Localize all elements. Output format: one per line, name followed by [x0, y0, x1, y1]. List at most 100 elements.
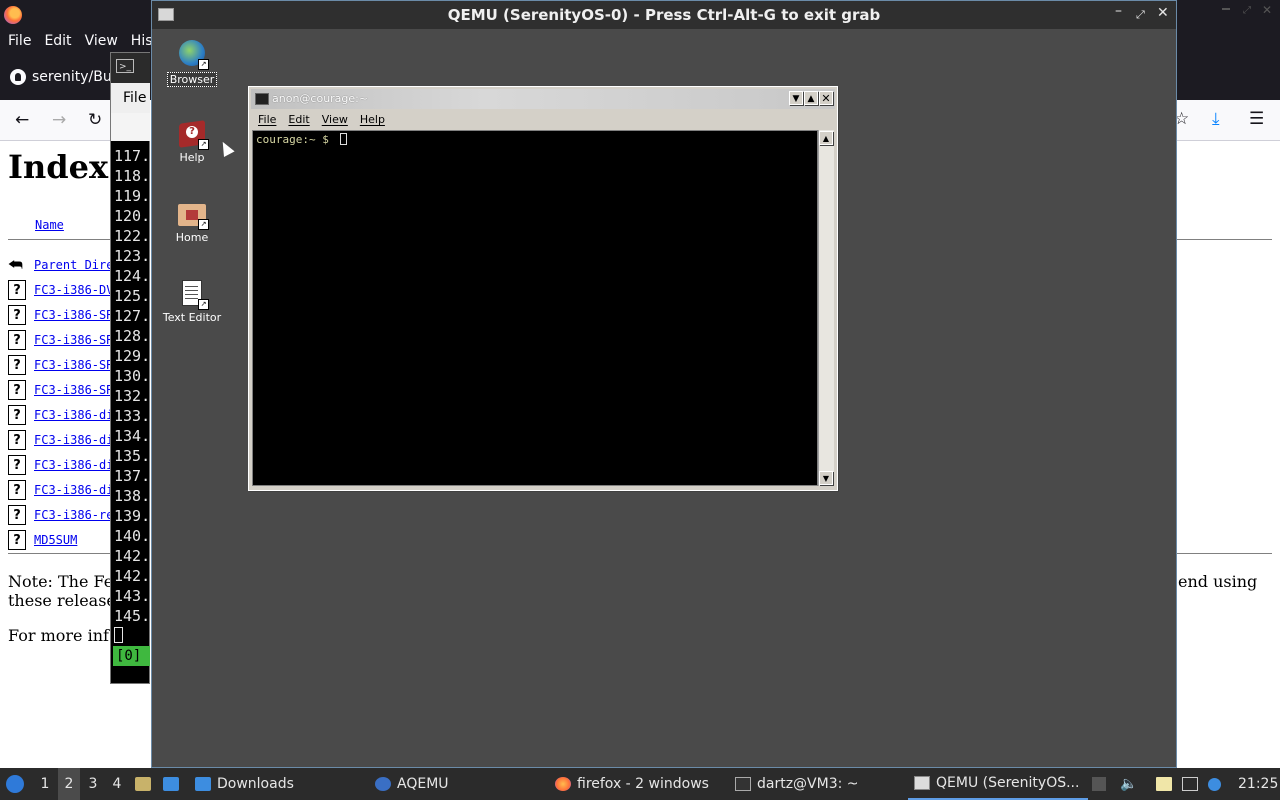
list-item: ? FC3-i386-re	[8, 502, 113, 527]
close-icon[interactable]: ✕	[1157, 5, 1169, 21]
terminal-line: 137.	[114, 467, 151, 485]
background-terminal-menu-file[interactable]: File	[111, 83, 150, 113]
maximize-icon[interactable]: ⤢	[1136, 8, 1145, 22]
parent-directory-link[interactable]: Parent Dire	[34, 258, 113, 272]
file-link[interactable]: FC3-i386-di	[34, 458, 113, 472]
network-shape	[1182, 777, 1198, 791]
name-column-link[interactable]: Name	[35, 218, 64, 232]
file-link[interactable]: FC3-i386-DV	[34, 283, 113, 297]
terminal-line: 138.	[114, 487, 151, 505]
qemu-window-icon	[914, 776, 930, 790]
list-item: ? FC3-i386-SR	[8, 352, 113, 377]
workspace-2[interactable]: 2	[58, 768, 80, 800]
scroll-down-arrow-icon[interactable]: ▼	[819, 471, 833, 485]
desktop-icon-text-editor[interactable]: ↗ Text Editor	[160, 280, 224, 324]
unknown-file-icon: ?	[8, 429, 26, 450]
desktop-icon-label: Browser	[166, 72, 218, 87]
workspace-3[interactable]: 3	[82, 768, 104, 800]
menu-edit[interactable]: Edit	[288, 111, 309, 129]
terminal-line: 129.	[114, 347, 151, 365]
minimize-icon[interactable]: ▼	[789, 91, 803, 105]
workspace-4[interactable]: 4	[106, 768, 128, 800]
desktop-icon-label: Home	[175, 231, 209, 244]
workspace-1[interactable]: 1	[34, 768, 56, 800]
file-link[interactable]: FC3-i386-SR	[34, 333, 113, 347]
ff-minimize-icon[interactable]	[1222, 8, 1230, 10]
file-link[interactable]: MD5SUM	[34, 533, 77, 547]
list-item: ? FC3-i386-SR	[8, 377, 113, 402]
scroll-up-arrow-icon[interactable]: ▲	[819, 131, 833, 145]
file-link[interactable]: FC3-i386-SR	[34, 308, 113, 322]
ff-maximize-icon[interactable]: ⤢	[1243, 5, 1251, 16]
ff-menu-view[interactable]: View	[85, 30, 118, 52]
task-firefox[interactable]: firefox - 2 windows	[555, 768, 709, 800]
terminal-line: 124.	[114, 267, 151, 285]
file-link[interactable]: FC3-i386-di	[34, 433, 113, 447]
ff-menu-edit[interactable]: Edit	[44, 30, 71, 52]
terminal-line: 120.	[114, 207, 151, 225]
forward-icon[interactable]: →	[52, 110, 66, 130]
desktop-icon-home[interactable]: ↗ Home	[160, 200, 224, 244]
github-icon	[10, 69, 26, 85]
minimize-icon[interactable]: –	[1115, 3, 1122, 19]
list-item: ? MD5SUM	[8, 527, 77, 552]
clipboard-icon[interactable]	[1156, 768, 1172, 800]
update-notifier-icon[interactable]	[1208, 768, 1221, 800]
terminal-line: 140.	[114, 527, 151, 545]
terminal-line: 145.	[114, 607, 151, 625]
task-terminal[interactable]: dartz@VM3: ~	[735, 768, 859, 800]
file-link[interactable]: FC3-i386-di	[34, 483, 113, 497]
back-arrow-icon: ⮪	[8, 254, 23, 274]
help-book-icon: ? ↗	[177, 120, 209, 150]
firefox-tab[interactable]: serenity/Bui	[0, 62, 112, 92]
firefox-menubar: File Edit View Hist	[0, 30, 158, 52]
menu-help[interactable]: Help	[360, 111, 385, 129]
firefox-logo-icon	[4, 6, 22, 24]
list-item: ? FC3-i386-di	[8, 477, 113, 502]
page-title: Index	[8, 148, 109, 186]
hamburger-menu-icon[interactable]: ☰	[1249, 109, 1264, 129]
unknown-file-icon: ?	[8, 404, 26, 425]
unknown-file-icon: ?	[8, 329, 26, 350]
show-desktop-button[interactable]	[163, 768, 179, 800]
terminal-line: 139.	[114, 507, 151, 525]
file-link[interactable]: FC3-i386-SR	[34, 358, 113, 372]
start-menu-button[interactable]	[6, 768, 28, 800]
network-icon[interactable]	[1182, 768, 1198, 800]
task-label: Downloads	[217, 776, 294, 792]
file-link[interactable]: FC3-i386-SR	[34, 383, 113, 397]
firefox-icon	[555, 777, 571, 791]
scrollbar[interactable]	[818, 130, 834, 486]
desktop-icon-help[interactable]: ? ↗ Help	[160, 120, 224, 164]
terminal-line: 142.	[114, 547, 151, 565]
task-label: dartz@VM3: ~	[757, 776, 859, 792]
terminal-line: 125.	[114, 287, 151, 305]
ff-menu-file[interactable]: File	[8, 30, 31, 52]
task-downloads[interactable]: Downloads	[195, 768, 294, 800]
file-link[interactable]: FC3-i386-re	[34, 508, 113, 522]
tray-scroll-button[interactable]	[1092, 768, 1106, 800]
file-link[interactable]: FC3-i386-di	[34, 408, 113, 422]
list-item: ? FC3-i386-di	[8, 402, 113, 427]
task-label: QEMU (SerenityOS...	[936, 775, 1080, 791]
clock[interactable]: 21:25	[1238, 768, 1278, 800]
file-manager-launcher[interactable]	[135, 768, 151, 800]
close-icon[interactable]: ✕	[819, 91, 833, 105]
unknown-file-icon: ?	[8, 379, 26, 400]
start-menu-icon	[6, 775, 24, 793]
task-label: AQEMU	[397, 776, 449, 792]
menu-view[interactable]: View	[322, 111, 348, 129]
reload-icon[interactable]: ↻	[88, 110, 102, 130]
task-qemu[interactable]: QEMU (SerenityOS...	[908, 768, 1088, 800]
task-aqemu[interactable]: AQEMU	[375, 768, 449, 800]
serenity-terminal-screen[interactable]	[252, 130, 818, 486]
background-terminal-toolbar	[111, 113, 150, 141]
menu-file[interactable]: File	[258, 111, 276, 129]
downloads-icon[interactable]: ⤓	[1212, 109, 1220, 129]
volume-icon[interactable]: 🔈	[1120, 768, 1137, 800]
aqemu-icon	[375, 777, 391, 791]
back-icon[interactable]: ←	[15, 110, 29, 130]
maximize-icon[interactable]: ▲	[804, 91, 818, 105]
ff-close-icon[interactable]: ✕	[1262, 3, 1272, 17]
desktop-icon-browser[interactable]: ↗ Browser	[160, 40, 224, 87]
